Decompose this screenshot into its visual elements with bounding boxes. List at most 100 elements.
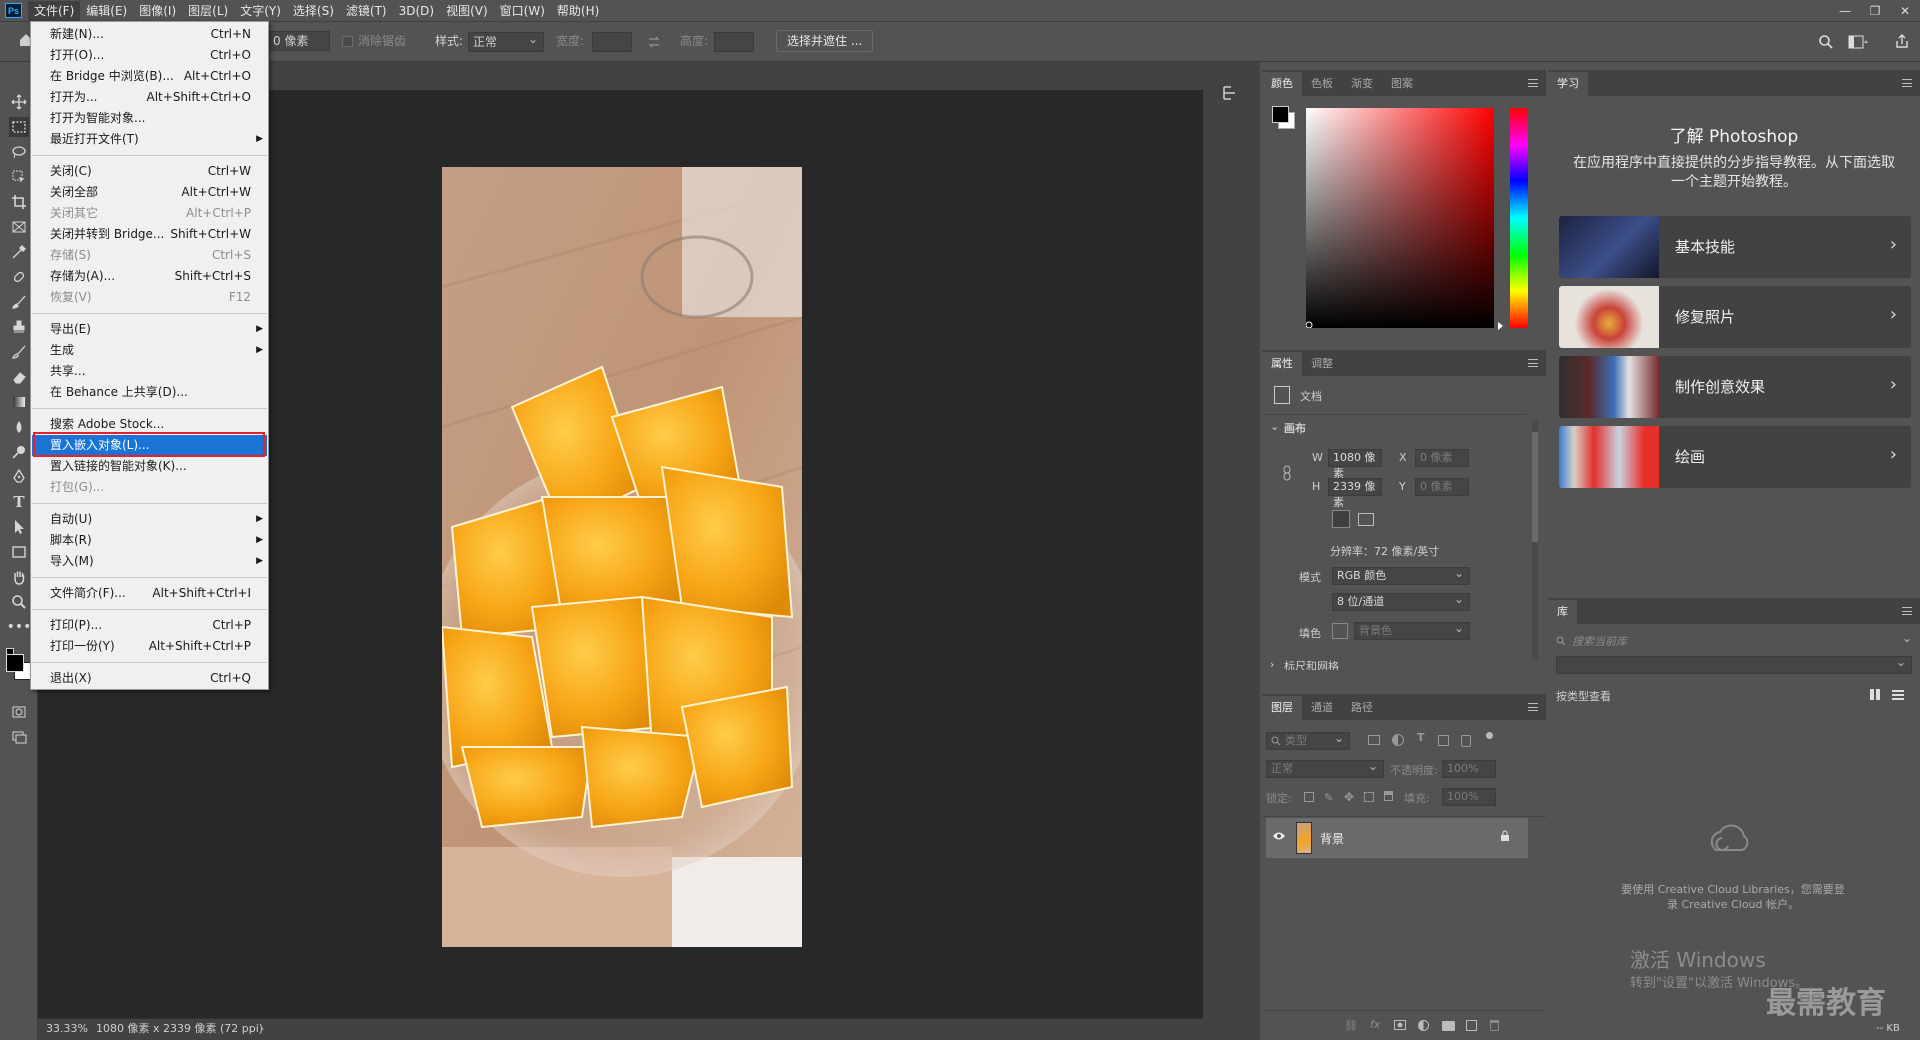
fill-field[interactable]: 100% [1442, 788, 1496, 806]
menu-filter[interactable]: 滤镜(T) [340, 1, 393, 21]
minimize-button[interactable]: — [1830, 0, 1860, 22]
lock-artboard-icon[interactable] [1364, 792, 1374, 802]
library-select[interactable] [1556, 654, 1912, 674]
file-menu-item[interactable]: 打印(P)... Ctrl+P [32, 615, 267, 636]
learn-card-creative-effects[interactable]: 制作创意效果 › [1559, 356, 1911, 418]
link-dimensions-icon[interactable] [1281, 465, 1293, 481]
screen-mode-icon[interactable] [9, 727, 29, 747]
properties-scrollbar[interactable] [1532, 420, 1538, 660]
tab-adjustments[interactable]: 调整 [1302, 352, 1342, 376]
file-menu-item[interactable]: 存储为(A)... Shift+Ctrl+S [32, 266, 267, 287]
filter-adjustment-icon[interactable] [1392, 734, 1404, 746]
portrait-orientation-icon[interactable] [1332, 510, 1350, 528]
dodge-tool-icon[interactable] [9, 442, 29, 462]
eyedropper-tool-icon[interactable] [9, 242, 29, 262]
tab-color[interactable]: 颜色 [1262, 72, 1302, 96]
layer-style-icon[interactable]: fx [1370, 1018, 1380, 1031]
menu-window[interactable]: 窗口(W) [494, 1, 551, 21]
brush-tool-icon[interactable] [9, 292, 29, 312]
height-input[interactable] [714, 32, 754, 52]
marquee-tool-icon[interactable] [9, 117, 29, 137]
file-menu-item[interactable]: 打开为智能对象... [32, 108, 267, 129]
list-view-icon[interactable] [1892, 689, 1904, 700]
filter-toggle-icon[interactable] [1486, 732, 1493, 739]
learn-card-basic-skills[interactable]: 基本技能 › [1559, 216, 1911, 278]
grid-view-icon[interactable] [1870, 689, 1881, 700]
panel-menu-icon[interactable] [1528, 359, 1538, 367]
fill-swatch[interactable] [1332, 623, 1348, 639]
menu-layer[interactable]: 图层(L) [182, 1, 234, 21]
view-by-type-dropdown[interactable]: 按类型查看 [1556, 688, 1611, 704]
canvas-width-field[interactable]: 1080 像素 [1328, 449, 1382, 480]
quick-mask-icon[interactable] [9, 702, 29, 722]
hue-slider[interactable] [1510, 108, 1528, 328]
lock-transparent-icon[interactable] [1304, 792, 1314, 802]
zoom-level[interactable]: 33.33% [46, 1019, 88, 1039]
file-menu-item[interactable]: 关闭全部 Alt+Ctrl+W [32, 182, 267, 203]
file-menu-item[interactable]: 打开(O)... Ctrl+O [32, 45, 267, 66]
filter-type-icon[interactable]: T [1417, 731, 1425, 744]
file-menu-item[interactable]: 自动(U) ▶ [32, 509, 267, 530]
style-select[interactable]: 正常 [468, 30, 544, 52]
status-expand-icon[interactable]: › [260, 1019, 264, 1039]
hue-slider-handle-icon[interactable] [1498, 322, 1503, 330]
tab-paths[interactable]: 路径 [1342, 696, 1382, 720]
file-menu-item[interactable]: 在 Bridge 中浏览(B)... Alt+Ctrl+O [32, 66, 267, 87]
filter-pixel-icon[interactable] [1368, 735, 1380, 745]
layer-name[interactable]: 背景 [1320, 830, 1344, 847]
workspace-icon[interactable] [1848, 35, 1870, 49]
blur-tool-icon[interactable] [9, 417, 29, 437]
frame-tool-icon[interactable] [9, 217, 29, 237]
file-menu-item[interactable]: 打开为... Alt+Shift+Ctrl+O [32, 87, 267, 108]
tab-patterns[interactable]: 图案 [1382, 72, 1422, 96]
file-menu-item[interactable]: 关闭并转到 Bridge... Shift+Ctrl+W [32, 224, 267, 245]
tab-learn[interactable]: 学习 [1548, 72, 1588, 96]
layer-mask-icon[interactable] [1394, 1020, 1406, 1030]
adjustment-layer-icon[interactable] [1418, 1020, 1429, 1031]
panel-menu-icon[interactable] [1528, 703, 1538, 711]
close-button[interactable]: ✕ [1890, 0, 1920, 22]
file-menu-item[interactable]: 共享... [32, 361, 267, 382]
file-menu-item[interactable]: 导入(M) ▶ [32, 551, 267, 572]
library-search-input[interactable]: 搜索当前库 [1572, 633, 1627, 649]
path-select-tool-icon[interactable] [9, 517, 29, 537]
delete-layer-icon[interactable] [1490, 1020, 1499, 1031]
select-and-mask-button[interactable]: 选择并遮住 ... [776, 30, 874, 52]
menu-edit[interactable]: 编辑(E) [80, 1, 133, 21]
share-icon[interactable] [1894, 33, 1910, 49]
tab-layers[interactable]: 图层 [1262, 696, 1302, 720]
more-tools-icon[interactable]: ••• [7, 617, 32, 637]
bit-depth-select[interactable]: 8 位/通道 [1332, 591, 1470, 611]
rectangle-tool-icon[interactable] [9, 542, 29, 562]
learn-card-fix-photo[interactable]: 修复照片 › [1559, 286, 1911, 348]
panel-menu-icon[interactable] [1528, 79, 1538, 87]
lock-all-icon[interactable] [1384, 791, 1393, 801]
eraser-tool-icon[interactable] [9, 367, 29, 387]
rulers-chevron-icon[interactable]: › [1270, 658, 1274, 671]
file-menu-item[interactable]: 最近打开文件(T) ▶ [32, 129, 267, 150]
file-menu-item[interactable]: 文件简介(F)... Alt+Shift+Ctrl+I [32, 583, 267, 604]
file-menu-item[interactable]: 新建(N)... Ctrl+N [32, 24, 267, 45]
file-menu-item[interactable]: 存储(S) Ctrl+S [32, 245, 267, 266]
menu-image[interactable]: 图像(I) [133, 1, 182, 21]
file-menu-item[interactable]: 置入链接的智能对象(K)... [32, 456, 267, 477]
panel-menu-icon[interactable] [1902, 607, 1912, 615]
filter-smart-object-icon[interactable] [1461, 735, 1471, 747]
blend-mode-select[interactable]: 正常 [1266, 758, 1384, 778]
file-menu-item[interactable]: 打印一份(Y) Alt+Shift+Ctrl+P [32, 636, 267, 657]
feather-input[interactable]: 0 像素 [268, 31, 330, 51]
canvas-y-field[interactable]: 0 像素 [1415, 478, 1469, 496]
canvas-height-field[interactable]: 2339 像素 [1328, 478, 1382, 509]
tab-libraries[interactable]: 库 [1548, 600, 1577, 624]
type-tool-icon[interactable]: T [9, 492, 29, 512]
layer-visibility-eye-icon[interactable] [1272, 831, 1286, 841]
file-menu-item[interactable]: 打包(G)... [32, 477, 267, 498]
file-menu-item[interactable]: 生成 ▶ [32, 340, 267, 361]
file-menu-item[interactable]: 脚本(R) ▶ [32, 530, 267, 551]
zoom-tool-icon[interactable] [9, 592, 29, 612]
lock-position-icon[interactable]: ✥ [1344, 790, 1354, 804]
library-search-chevron-icon[interactable]: ⌄ [1902, 631, 1912, 645]
filter-shape-icon[interactable] [1438, 735, 1449, 746]
color-foreground-swatch[interactable] [1272, 106, 1289, 123]
crop-tool-icon[interactable] [9, 192, 29, 212]
